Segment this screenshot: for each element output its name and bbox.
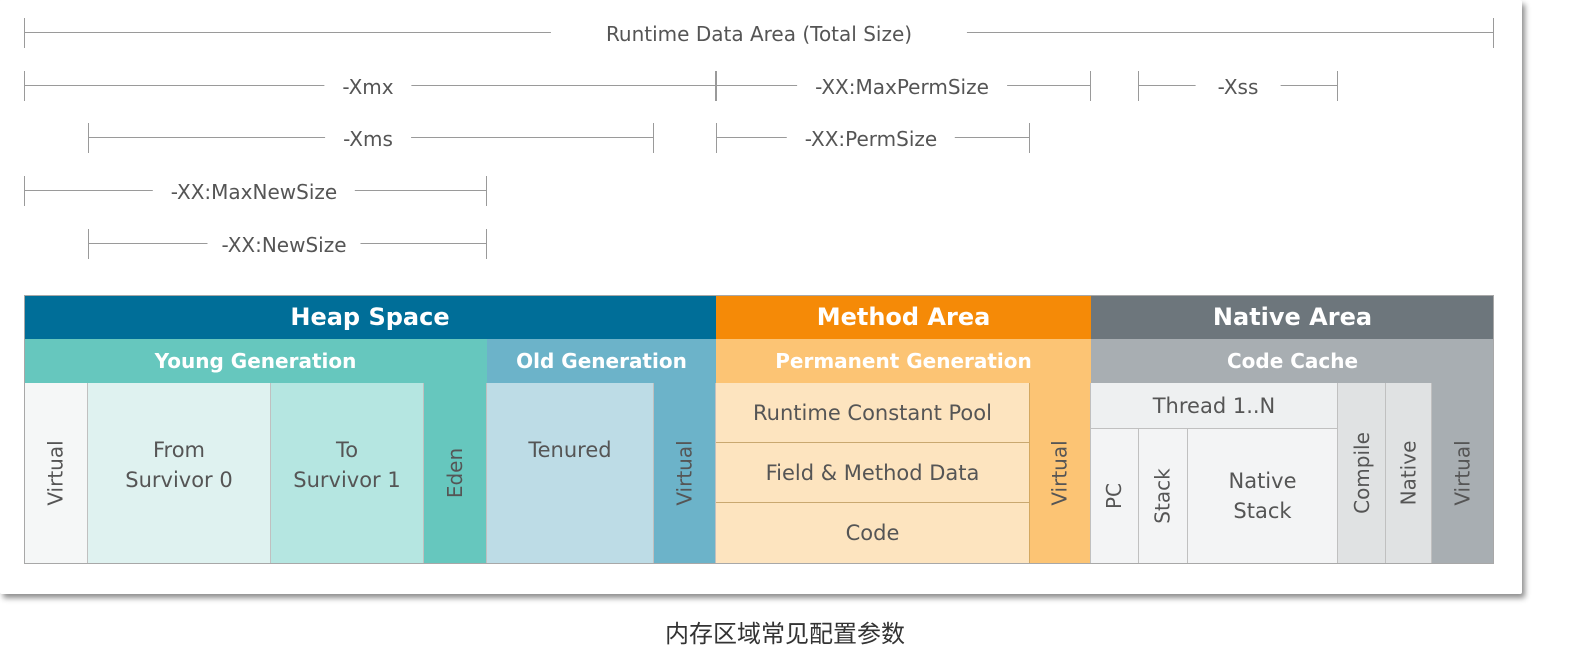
dim-runtime-total-label: Runtime Data Area (Total Size): [550, 22, 968, 46]
thread-header-cell: Thread 1..N: [1091, 383, 1338, 429]
old-generation-header: Old Generation: [487, 339, 716, 383]
native-virtual-label: Virtual: [1451, 440, 1476, 506]
stack-label: Stack: [1151, 468, 1175, 524]
eden-cell: Eden: [424, 383, 487, 563]
young-virtual-label: Virtual: [43, 440, 68, 506]
permanent-generation-header: Permanent Generation: [716, 339, 1091, 383]
dim-perm-size: -XX:PermSize: [716, 123, 1030, 153]
dim-xms: -Xms: [88, 123, 654, 153]
native-stack-cell: Native Stack: [1188, 429, 1338, 563]
dim-max-new-size: -XX:MaxNewSize: [24, 176, 487, 206]
compile-cell: Compile: [1338, 383, 1386, 563]
young-virtual-cell: Virtual: [24, 383, 88, 563]
dim-runtime-total: Runtime Data Area (Total Size): [24, 18, 1494, 48]
code-cache-header: Code Cache: [1091, 339, 1494, 383]
heap-space-header: Heap Space: [24, 295, 716, 339]
dim-xss: -Xss: [1138, 71, 1338, 101]
compile-label: Compile: [1349, 432, 1374, 514]
figure-caption: 内存区域常见配置参数: [665, 620, 905, 648]
to-survivor-cell: To Survivor 1: [271, 383, 424, 563]
method-virtual-label: Virtual: [1048, 440, 1073, 506]
code-cell: Code: [716, 503, 1029, 563]
dim-max-new-size-label: -XX:MaxNewSize: [152, 180, 356, 204]
dim-max-perm-size-label: -XX:MaxPermSize: [797, 75, 1007, 99]
dim-xmx: -Xmx: [24, 71, 716, 101]
native-cell: Native: [1386, 383, 1432, 563]
stack-cell: Stack: [1139, 429, 1188, 563]
diagram-card: Runtime Data Area (Total Size) -Xmx -XX:…: [0, 0, 1522, 594]
from-survivor-cell: From Survivor 0: [88, 383, 271, 563]
native-virtual-cell: Virtual: [1432, 383, 1494, 563]
method-area-header: Method Area: [716, 295, 1091, 339]
method-virtual-cell: Virtual: [1029, 383, 1091, 563]
eden-label: Eden: [443, 447, 467, 499]
dim-xss-label: -Xss: [1195, 75, 1281, 99]
dim-new-size: -XX:NewSize: [88, 229, 487, 259]
old-virtual-cell: Virtual: [654, 383, 716, 563]
native-label: Native: [1396, 440, 1421, 506]
dim-xms-label: -Xms: [325, 127, 411, 151]
young-generation-header: Young Generation: [24, 339, 487, 383]
dim-max-perm-size: -XX:MaxPermSize: [716, 71, 1091, 101]
field-method-data-cell: Field & Method Data: [716, 443, 1029, 503]
runtime-constant-pool-cell: Runtime Constant Pool: [716, 383, 1029, 443]
pc-label: PC: [1102, 482, 1127, 510]
dim-perm-size-label: -XX:PermSize: [786, 127, 956, 151]
dim-xmx-label: -Xmx: [324, 75, 412, 99]
tenured-cell: Tenured: [487, 383, 654, 563]
native-area-header: Native Area: [1091, 295, 1494, 339]
pc-cell: PC: [1091, 429, 1139, 563]
dim-new-size-label: -XX:NewSize: [207, 233, 361, 257]
old-virtual-label: Virtual: [672, 440, 697, 506]
